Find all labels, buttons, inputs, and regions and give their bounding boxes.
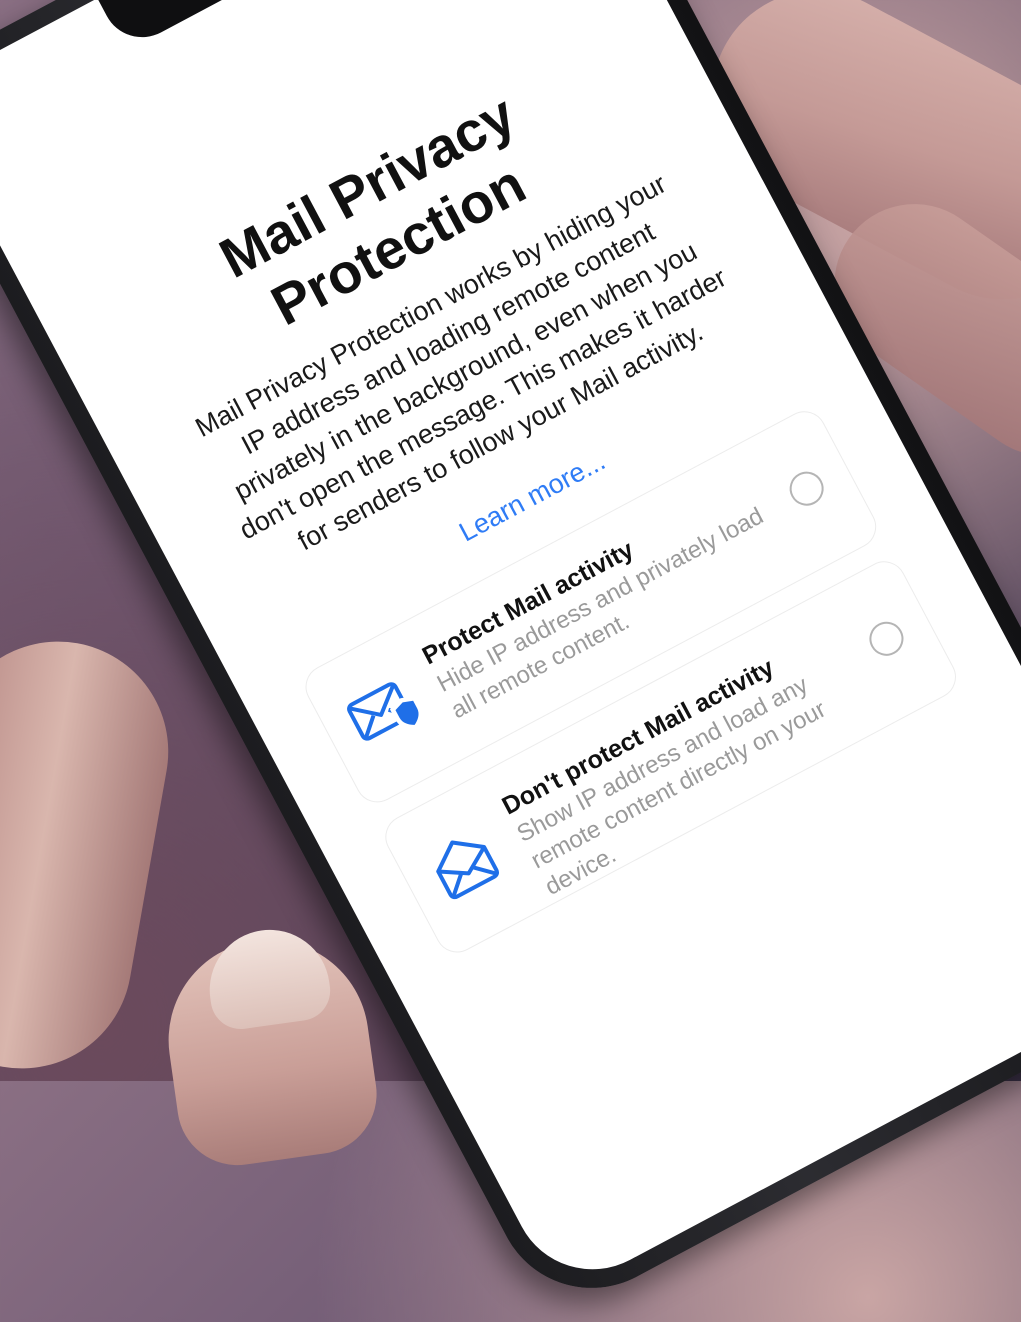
envelope-shield-icon [347, 682, 424, 741]
radio-protect-mail-activity[interactable] [783, 465, 830, 512]
phone-notch [94, 0, 391, 52]
background-finger-left [0, 624, 186, 1086]
open-envelope-icon [436, 840, 499, 900]
thumb-nail [201, 922, 335, 1033]
radio-dont-protect-mail-activity[interactable] [863, 615, 910, 662]
